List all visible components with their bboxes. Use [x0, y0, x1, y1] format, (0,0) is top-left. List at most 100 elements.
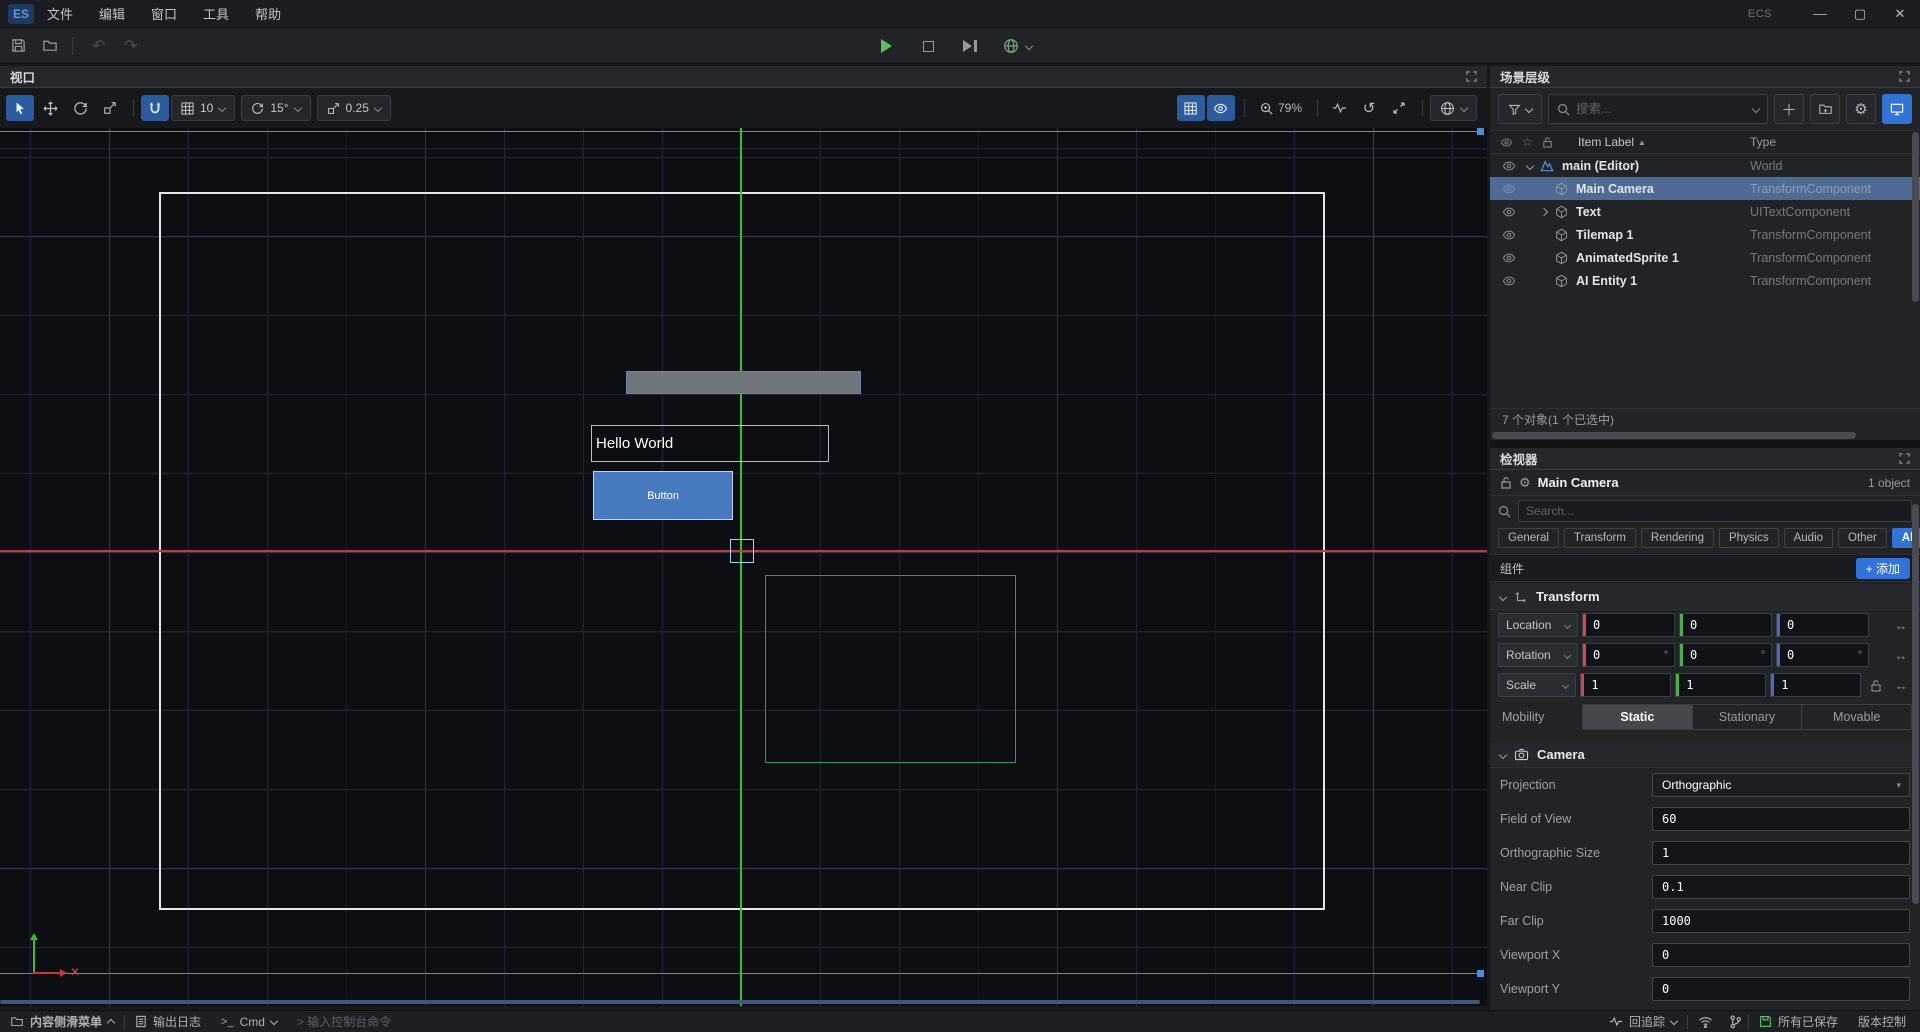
eye-icon[interactable] [1502, 183, 1522, 195]
viewport-y-input[interactable]: 0 [1652, 977, 1910, 1001]
redo-icon[interactable]: ↷ [117, 33, 145, 59]
projection-select[interactable]: Orthographic▾ [1652, 773, 1910, 797]
add-component-button[interactable]: + 添加 [1856, 558, 1910, 579]
reset-values-icon[interactable]: ↔ [1890, 648, 1912, 663]
version-control-button[interactable]: 版本控制 [1848, 1011, 1920, 1032]
field-of-view-input[interactable]: 60 [1652, 807, 1910, 831]
filter-dropdown[interactable] [1498, 94, 1542, 124]
viewport-expand-icon[interactable] [1466, 71, 1477, 82]
mobility-stationary[interactable]: Stationary [1693, 705, 1803, 729]
tilemap-bounds-rect[interactable] [765, 575, 1016, 763]
play-button[interactable] [872, 33, 900, 59]
hierarchy-row-text[interactable]: Text UITextComponent [1490, 200, 1920, 223]
column-type[interactable]: Type [1750, 135, 1776, 149]
viewport-x-input[interactable]: 0 [1652, 943, 1910, 967]
orthographic-size-input[interactable]: 1 [1652, 841, 1910, 865]
visibility-toggle[interactable] [1207, 95, 1235, 121]
tab-transform[interactable]: Transform [1564, 528, 1636, 548]
unlock-icon[interactable] [1500, 476, 1512, 489]
reset-values-icon[interactable]: ↔ [1891, 678, 1912, 693]
expand-chevron-icon[interactable] [1536, 209, 1552, 215]
zoom-level[interactable]: 79% [1252, 101, 1310, 115]
snap-toggle-button[interactable] [141, 95, 169, 121]
rotation-y-input[interactable]: 0° [1679, 643, 1772, 667]
undo-icon[interactable]: ↶ [85, 33, 113, 59]
backtrace-dropdown[interactable]: 回追踪 [1599, 1011, 1687, 1032]
fullscreen-button[interactable] [1385, 95, 1413, 121]
far-clip-input[interactable]: 1000 [1652, 909, 1910, 933]
location-z-input[interactable]: 0 [1776, 613, 1869, 637]
rotate-tool-button[interactable] [66, 95, 94, 121]
rotation-dropdown[interactable]: Rotation [1498, 643, 1578, 667]
object-settings-icon[interactable]: ⚙ [1519, 475, 1531, 491]
output-log-button[interactable]: 输出日志 [125, 1011, 211, 1032]
cmd-dropdown[interactable]: >_ Cmd [211, 1011, 287, 1032]
scale-y-input[interactable]: 1 [1675, 673, 1766, 697]
ui-text-element[interactable]: Hello World [591, 425, 829, 462]
rotation-snap-dropdown[interactable]: 15° [241, 95, 310, 121]
uniform-scale-lock-icon[interactable] [1865, 679, 1886, 692]
source-control-icon[interactable] [1723, 1011, 1748, 1032]
location-y-input[interactable]: 0 [1679, 613, 1772, 637]
inspector-search-input[interactable] [1526, 504, 1904, 518]
menu-tools[interactable]: 工具 [190, 0, 242, 28]
camera-gizmo[interactable] [730, 539, 754, 563]
panel-divider[interactable] [1490, 440, 1920, 448]
app-logo[interactable]: ES [8, 4, 34, 24]
scale-snap-dropdown[interactable]: 0.25 [317, 95, 391, 121]
network-status-icon[interactable] [1688, 1011, 1723, 1032]
move-tool-button[interactable] [36, 95, 64, 121]
tab-general[interactable]: General [1498, 528, 1559, 548]
hierarchy-row-main[interactable]: main (Editor) World [1490, 154, 1920, 177]
rotation-z-input[interactable]: 0° [1776, 643, 1869, 667]
hierarchy-horizontal-scrollbar[interactable] [1492, 432, 1856, 439]
mobility-movable[interactable]: Movable [1802, 705, 1911, 729]
viewport-world-dropdown[interactable] [1430, 95, 1477, 121]
minimize-button[interactable]: — [1800, 0, 1840, 28]
open-folder-icon[interactable] [36, 33, 64, 59]
eye-icon[interactable] [1502, 252, 1522, 264]
tab-rendering[interactable]: Rendering [1641, 528, 1714, 548]
scale-dropdown[interactable]: Scale [1498, 673, 1576, 697]
save-status[interactable]: 所有已保存 [1749, 1011, 1848, 1032]
show-grid-toggle[interactable] [1177, 95, 1205, 121]
menu-help[interactable]: 帮助 [242, 0, 294, 28]
viewport-horizontal-scrollbar[interactable] [0, 1000, 1480, 1004]
tab-other[interactable]: Other [1838, 528, 1887, 548]
stats-pulse-button[interactable] [1325, 95, 1353, 121]
display-mode-button[interactable] [1882, 94, 1912, 124]
scale-z-input[interactable]: 1 [1770, 673, 1861, 697]
hierarchy-settings-button[interactable]: ⚙ [1846, 94, 1876, 124]
selection-guide-bottom[interactable] [0, 973, 1483, 974]
location-x-input[interactable]: 0 [1582, 613, 1675, 637]
hierarchy-search-input[interactable] [1576, 102, 1747, 116]
add-entity-button[interactable]: ＋ [1774, 94, 1804, 124]
maximize-button[interactable]: ▢ [1840, 0, 1880, 28]
expand-chevron-icon[interactable] [1522, 163, 1538, 169]
save-icon[interactable] [4, 33, 32, 59]
content-drawer-button[interactable]: 内容侧滑菜单 [0, 1011, 124, 1032]
step-button[interactable] [956, 33, 984, 59]
camera-section-header[interactable]: Camera [1490, 742, 1920, 768]
console-command-input[interactable]: > 输入控制台命令 [287, 1011, 401, 1032]
hierarchy-vertical-scrollbar[interactable] [1912, 132, 1919, 302]
reset-view-button[interactable]: ↺ [1355, 95, 1383, 121]
eye-icon[interactable] [1502, 229, 1522, 241]
tab-physics[interactable]: Physics [1719, 528, 1779, 548]
scale-x-input[interactable]: 1 [1580, 673, 1671, 697]
menu-edit[interactable]: 编辑 [86, 0, 138, 28]
inspector-vertical-scrollbar[interactable] [1912, 504, 1919, 904]
hierarchy-row-ai-entity[interactable]: AI Entity 1 TransformComponent [1490, 269, 1920, 292]
near-clip-input[interactable]: 0.1 [1652, 875, 1910, 899]
reset-values-icon[interactable]: ↔ [1890, 618, 1912, 633]
hierarchy-expand-icon[interactable] [1899, 71, 1910, 82]
scale-tool-button[interactable] [96, 95, 124, 121]
hierarchy-search[interactable] [1548, 94, 1768, 124]
inspector-expand-icon[interactable] [1899, 453, 1910, 464]
grid-snap-dropdown[interactable]: 10 [171, 95, 235, 121]
column-item-label[interactable]: Item Label ▲ [1578, 135, 1646, 149]
ui-panel-element[interactable] [626, 371, 861, 394]
hierarchy-row-animatedsprite[interactable]: AnimatedSprite 1 TransformComponent [1490, 246, 1920, 269]
stop-button[interactable] [914, 33, 942, 59]
ui-button-element[interactable]: Button [593, 471, 733, 520]
